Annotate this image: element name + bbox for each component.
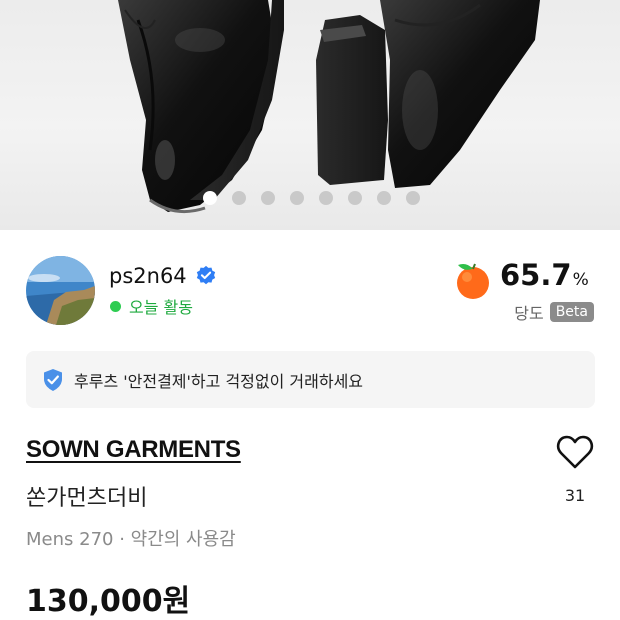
beta-badge: Beta	[549, 302, 594, 322]
carousel-dot[interactable]	[348, 191, 362, 205]
activity-status: 오늘 활동	[129, 298, 193, 317]
sweetness-score[interactable]: 65.7% 당도 Beta	[444, 256, 594, 326]
like-button[interactable]: 31	[553, 434, 597, 505]
brand-link[interactable]: SOWN GARMENTS	[26, 436, 241, 464]
orange-icon	[457, 263, 489, 299]
safe-payment-banner[interactable]: 후루츠 '안전결제'하고 걱정없이 거래하세요	[26, 351, 595, 408]
carousel-dot[interactable]	[377, 191, 391, 205]
seller-profile[interactable]: ps2n64 오늘 활동 65.7% 당도 Beta	[26, 256, 594, 326]
carousel-dot[interactable]	[290, 191, 304, 205]
score-value: 65.7%	[500, 258, 589, 292]
score-label: 당도	[514, 304, 544, 323]
safe-payment-text: 후루츠 '안전결제'하고 걱정없이 거래하세요	[74, 371, 364, 391]
carousel-pagination	[203, 191, 420, 205]
avatar[interactable]	[26, 256, 95, 325]
product-meta: Mens 270 · 약간의 사용감	[26, 529, 236, 550]
seller-username[interactable]: ps2n64	[109, 264, 187, 288]
online-status-dot	[110, 300, 121, 312]
carousel-dot[interactable]	[406, 191, 420, 205]
carousel-dot[interactable]	[232, 191, 246, 205]
seaside-avatar-image	[26, 256, 95, 325]
carousel-dot[interactable]	[261, 191, 275, 205]
product-price: 130,000원	[26, 584, 191, 619]
carousel-dot[interactable]	[203, 191, 217, 205]
product-title: 쏜가먼츠더비	[26, 486, 148, 511]
heart-icon	[556, 435, 594, 469]
shield-icon	[44, 368, 62, 391]
verified-badge-icon	[196, 265, 215, 285]
product-image-carousel[interactable]	[0, 0, 620, 230]
like-count: 31	[564, 486, 586, 505]
score-unit: %	[572, 270, 589, 290]
carousel-dot[interactable]	[319, 191, 333, 205]
